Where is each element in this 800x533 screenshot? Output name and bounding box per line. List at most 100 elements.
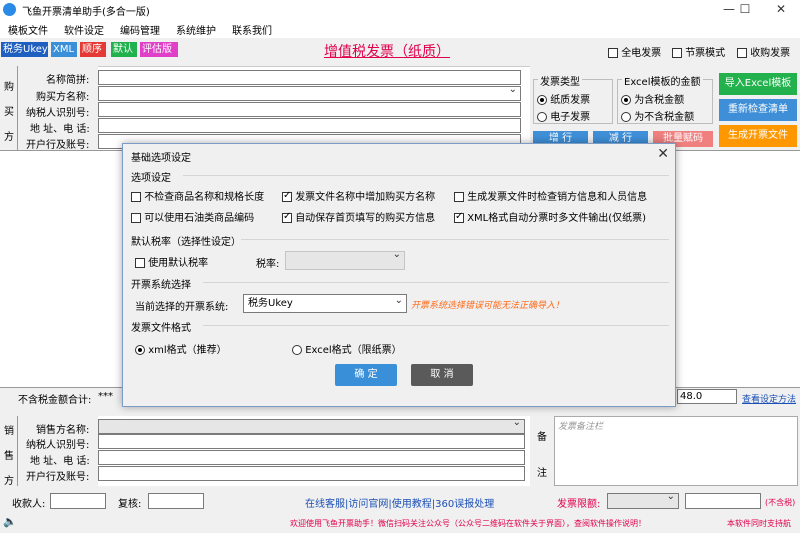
buyer-tax-id-input[interactable] — [98, 102, 521, 117]
xml-format-radio[interactable]: xml格式（推荐） — [135, 341, 227, 356]
seller-address-input[interactable] — [98, 450, 525, 465]
maximize-button[interactable]: ☐ — [730, 0, 760, 20]
tag-order[interactable]: 顺序 — [80, 42, 106, 57]
current-system-label: 当前选择的开票系统: — [135, 302, 229, 313]
title-bar: 飞鱼开票清单助手(多合一版) — ☐ ✕ — [0, 0, 800, 20]
invoice-type-title: 发票类型 — [538, 73, 582, 88]
rate-input[interactable]: 48.0 — [677, 389, 737, 404]
tag-xml[interactable]: XML — [51, 42, 77, 57]
window-title: 飞鱼开票清单助手(多合一版) — [22, 7, 150, 18]
notes-side: 备 注 — [530, 416, 554, 486]
excel-amount-title: Excel模板的金额 — [622, 73, 703, 88]
tag-default[interactable]: 默认 — [111, 42, 137, 57]
save-mode-checkbox[interactable]: 节票模式 — [672, 44, 725, 59]
menu-template-file[interactable]: 模板文件 — [8, 22, 48, 37]
welcome-message: 欢迎使用飞鱼开票助手！微信扫码关注公众号（公众号二维码在软件关于界面），查阅软件… — [290, 519, 646, 528]
seller-tax-id-label: 纳税人识别号: — [26, 440, 90, 451]
close-window-button[interactable]: ✕ — [766, 0, 796, 20]
basic-options-dialog: 基础选项设定 ✕ 选项设定 不检查商品名称和规格长度 发票文件名称中增加购买方名… — [122, 143, 676, 407]
limit-input[interactable] — [685, 493, 761, 509]
buyer-name-combo[interactable] — [98, 84, 521, 101]
buyer-address-label: 地 址、电 话: — [30, 124, 90, 135]
buyer-address-input[interactable] — [98, 118, 521, 133]
system-select-value: 税务Ukey — [248, 298, 293, 309]
option-skip-length-check[interactable]: 不检查商品名称和规格长度 — [131, 188, 264, 203]
reviewer-label: 复核: — [118, 499, 142, 510]
notes-textarea[interactable]: 发票备注栏 — [554, 416, 798, 486]
tag-eval[interactable]: 评估版 — [140, 42, 178, 57]
seller-name-label: 销售方名称: — [36, 425, 90, 436]
paper-invoice-radio[interactable]: 纸质发票 — [537, 91, 590, 106]
electronic-invoice-radio[interactable]: 电子发票 — [537, 108, 590, 123]
tax-rate-label: 税率: — [256, 259, 280, 270]
seller-bank-label: 开户行及账号: — [26, 472, 90, 483]
buyer-name-label: 购买方名称: — [36, 92, 90, 103]
name-abbr-label: 名称简拼: — [46, 75, 90, 86]
option-autosave-buyer[interactable]: 自动保存首页填写的购买方信息 — [282, 209, 435, 224]
option-add-buyer-name[interactable]: 发票文件名称中增加购买方名称 — [282, 188, 435, 203]
buyer-side-char: 买 — [4, 107, 14, 118]
seller-side-char: 售 — [4, 451, 14, 462]
notes-placeholder: 发票备注栏 — [558, 422, 604, 432]
options-section-title: 选项设定 — [131, 173, 171, 184]
total-excl-tax-label: 不含税金额合计: — [18, 395, 92, 406]
system-warning: 开票系统选择错误可能无法正确导入！ — [411, 301, 565, 311]
seller-side-char: 销 — [4, 426, 14, 437]
menu-code-management[interactable]: 编码管理 — [120, 22, 160, 37]
divider — [203, 282, 669, 283]
system-select[interactable]: 税务Ukey — [243, 292, 407, 313]
seller-bank-input[interactable] — [98, 466, 525, 481]
menu-software-settings[interactable]: 软件设定 — [64, 22, 104, 37]
tax-section-title: 默认税率（选择性设定） — [131, 237, 241, 248]
recheck-list-button[interactable]: 重新检查清单 — [719, 99, 797, 121]
use-default-tax-checkbox[interactable]: 使用默认税率 — [135, 254, 208, 269]
purchase-invoice-checkbox[interactable]: 收购发票 — [737, 44, 790, 59]
tag-tax-ukey[interactable]: 税务Ukey — [1, 42, 48, 57]
tax-included-radio[interactable]: 为含税金额 — [621, 91, 684, 106]
option-check-seller-info[interactable]: 生成发票文件时检查销方信息和人员信息 — [454, 188, 647, 203]
seller-name-combo[interactable] — [98, 417, 525, 434]
name-abbr-input[interactable] — [98, 70, 521, 85]
format-section-title: 发票文件格式 — [131, 323, 191, 334]
menu-contact-us[interactable]: 联系我们 — [232, 22, 272, 37]
full-elec-checkbox[interactable]: 全电发票 — [608, 44, 661, 59]
import-excel-button[interactable]: 导入Excel模板 — [719, 73, 797, 95]
notes-side-char: 注 — [537, 468, 547, 479]
tax-excluded-radio[interactable]: 为不含税金额 — [621, 108, 694, 123]
cancel-button[interactable]: 取 消 — [411, 364, 473, 386]
generate-file-button[interactable]: 生成开票文件 — [719, 125, 797, 147]
speaker-icon[interactable]: 🔈 — [3, 515, 17, 528]
divider — [203, 325, 669, 326]
dialog-title: 基础选项设定 — [131, 153, 191, 164]
limit-note: (不含税) — [765, 498, 796, 507]
excel-format-radio[interactable]: Excel格式（限纸票） — [292, 341, 402, 356]
update-message: 本软件同时支持航 — [727, 519, 791, 528]
footer-links[interactable]: 在线客服|访问官网|使用教程|360误报处理 — [305, 495, 494, 510]
limit-label: 发票限额: — [557, 499, 601, 510]
buyer-bank-label: 开户行及账号: — [26, 140, 90, 151]
system-section-title: 开票系统选择 — [131, 280, 191, 291]
divider — [183, 175, 669, 176]
menu-bar: 模板文件 软件设定 编码管理 系统维护 联系我们 — [0, 20, 800, 38]
seller-tax-id-input[interactable] — [98, 434, 525, 449]
menu-system-maintenance[interactable]: 系统维护 — [176, 22, 216, 37]
tax-rate-combo[interactable] — [285, 249, 405, 270]
buyer-side-char: 方 — [4, 132, 14, 143]
option-petroleum-codes[interactable]: 可以使用石油类商品编码 — [131, 209, 254, 224]
seller-address-label: 地 址、电 话: — [30, 456, 90, 467]
buyer-side-char: 购 — [4, 82, 14, 93]
total-excl-tax-value: *** — [98, 391, 113, 402]
view-settings-link[interactable]: 查看设定方法 — [742, 392, 796, 405]
limit-combo[interactable] — [607, 491, 679, 509]
seller-side: 销 售 方 — [0, 416, 18, 487]
payee-input[interactable] — [50, 493, 106, 509]
seller-side-char: 方 — [4, 476, 14, 487]
option-xml-multi-output[interactable]: XML格式自动分票时多文件输出(仅纸票) — [454, 209, 646, 224]
dialog-close-button[interactable]: ✕ — [657, 146, 669, 162]
buyer-side: 购 买 方 — [0, 66, 18, 150]
notes-side-char: 备 — [537, 432, 547, 443]
divider — [241, 239, 669, 240]
ok-button[interactable]: 确 定 — [335, 364, 397, 386]
reviewer-input[interactable] — [148, 493, 204, 509]
invoice-heading: 增值税发票（纸质） — [324, 44, 450, 60]
